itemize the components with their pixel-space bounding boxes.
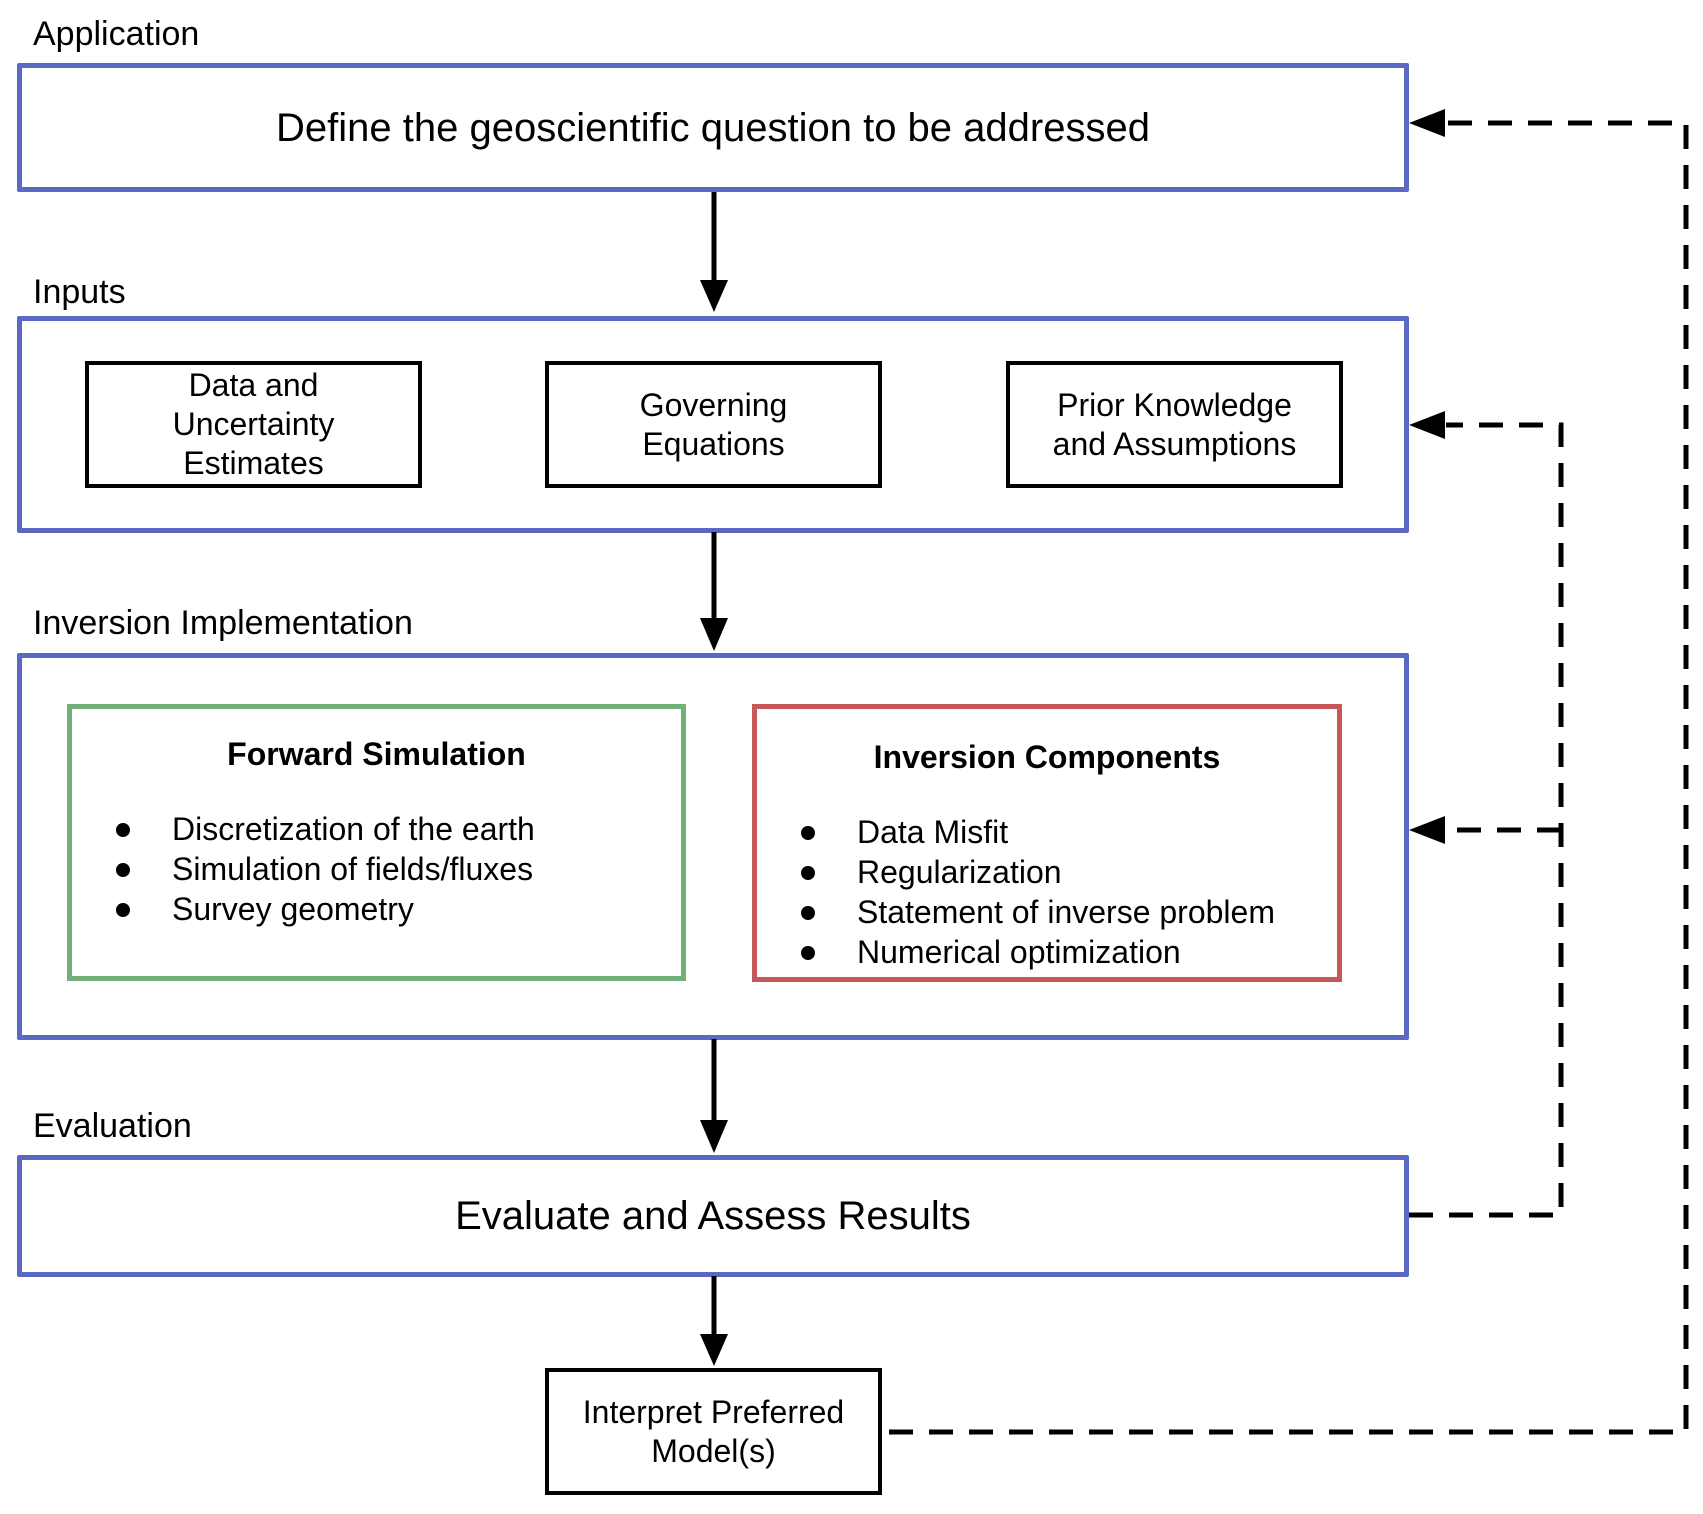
input-governing-equations-text: Governing Equations [639,386,788,462]
evaluation-box[interactable]: Evaluate and Assess Results [17,1155,1409,1277]
forward-simulation-title: Forward Simulation [227,736,526,772]
bullet-icon [116,823,130,837]
input-data-uncertainty-box[interactable]: Data and Uncertainty Estimates [85,361,422,488]
inversion-components-title: Inversion Components [873,739,1221,775]
input-prior-knowledge-box[interactable]: Prior Knowledge and Assumptions [1006,361,1343,488]
bullet-icon [116,863,130,877]
bullet-icon [801,946,815,960]
arrowhead-down-icon [700,618,728,651]
input-data-uncertainty-text: Data and Uncertainty Estimates [172,367,335,481]
arrow-application-to-inputs [700,192,728,312]
forward-simulation-list: Discretization of the earth Simulation o… [72,809,535,929]
arrowhead-down-icon [700,1334,728,1366]
list-item: Discretization of the earth [72,809,535,849]
input-prior-knowledge-text: Prior Knowledge and Assumptions [1052,386,1297,462]
arrowhead-left-icon [1409,109,1445,137]
list-item: Statement of inverse problem [757,892,1275,932]
section-label-application: Application [33,15,200,53]
section-label-inputs: Inputs [33,273,126,311]
application-box[interactable]: Define the geoscientific question to be … [17,63,1409,192]
bullet-icon [801,866,815,880]
section-label-inversion: Inversion Implementation [33,604,413,642]
list-item: Numerical optimization [757,932,1275,972]
inversion-components-panel[interactable]: Inversion Components Data Misfit Regular… [752,704,1342,982]
arrowhead-down-icon [700,280,728,312]
forward-simulation-panel[interactable]: Forward Simulation Discretization of the… [67,704,686,981]
bullet-icon [801,906,815,920]
arrow-evaluation-to-interpret [700,1276,728,1366]
arrowhead-left-icon [1409,411,1445,439]
arrow-inversion-to-evaluation [700,1039,728,1153]
bullet-icon [801,826,815,840]
list-item: Survey geometry [72,889,535,929]
bullet-icon [116,903,130,917]
section-label-evaluation: Evaluation [33,1107,192,1145]
list-item: Simulation of fields/fluxes [72,849,535,889]
list-item: Data Misfit [757,812,1275,852]
dashed-feedback-evaluation [1409,411,1564,1218]
application-text: Define the geoscientific question to be … [276,105,1150,150]
interpret-box[interactable]: Interpret Preferred Model(s) [545,1368,882,1495]
inversion-components-list: Data Misfit Regularization Statement of … [757,812,1275,972]
arrowhead-left-icon [1409,816,1445,844]
evaluation-text: Evaluate and Assess Results [455,1194,971,1238]
arrow-inputs-to-inversion [700,532,728,651]
list-item: Regularization [757,852,1275,892]
input-governing-equations-box[interactable]: Governing Equations [545,361,882,488]
interpret-text: Interpret Preferred Model(s) [582,1393,845,1469]
arrowhead-down-icon [700,1120,728,1153]
